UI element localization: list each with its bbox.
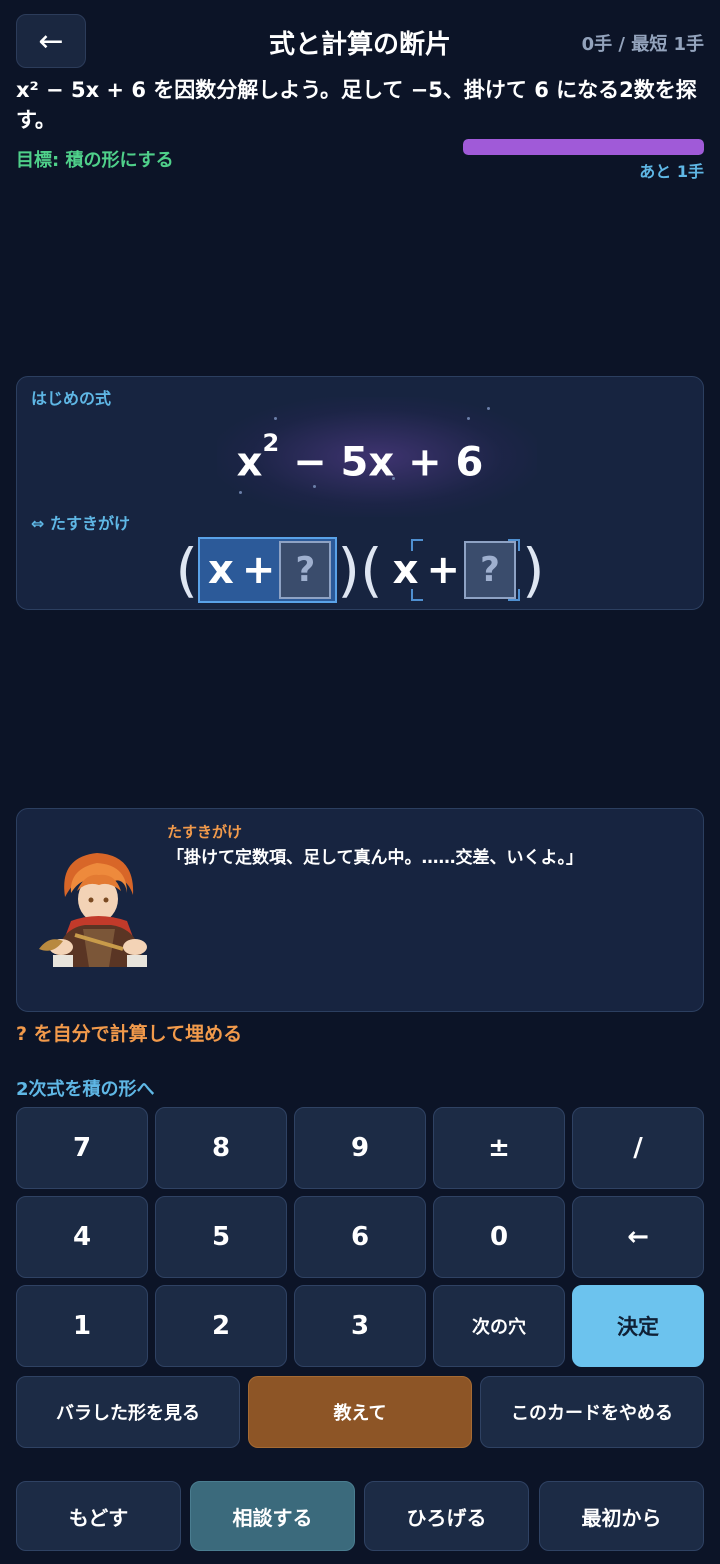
keypad-title: 2次式を積の形へ [16,1079,155,1100]
character-dialog: たすきがけ 「掛けて定数項、足して真ん中。……交差、いくよ。」 [16,808,704,1012]
start-rest: − 5x + 6 [279,439,484,486]
key-3[interactable]: 3 [294,1285,426,1367]
corner-mark [410,589,423,601]
key-5[interactable]: 5 [155,1196,287,1278]
key-slash[interactable]: / [572,1107,704,1189]
corner-mark [410,539,423,551]
right-paren: ) [337,536,360,604]
remaining-moves: あと 1手 [639,162,704,181]
next-slot-key[interactable]: 次の穴 [433,1285,565,1367]
confirm-button[interactable]: 決定 [572,1285,704,1367]
factor-2-x: x [392,547,419,593]
corner-mark [507,589,520,601]
key-8[interactable]: 8 [155,1107,287,1189]
start-exponent: 2 [262,429,280,457]
backspace-key[interactable]: ← [572,1196,704,1278]
key-0[interactable]: 0 [433,1196,565,1278]
goal-text: 目標: 積の形にする [16,150,174,171]
start-expression-label: はじめの式 [31,389,112,408]
move-counter: 0手 / 最短 1手 [581,34,704,55]
progress-bar [463,139,704,155]
show-expanded-button[interactable]: バラした形を見る [16,1376,240,1448]
restart-button[interactable]: 最初から [539,1481,704,1551]
factor-1-op: + [241,547,276,593]
hint-text: ? を自分で計算して埋める [16,1023,243,1045]
sparkle-dot [467,417,470,420]
quit-card-button[interactable]: このカードをやめる [480,1376,704,1448]
start-base: x [236,439,263,486]
left-paren: ( [360,536,383,604]
method-label: ⇔ たすきがけ [31,514,130,533]
sparkle-dot [274,417,277,420]
speaker-name: たすきがけ [167,823,243,841]
sparkle-dot [487,407,490,410]
answer-slot-1[interactable]: ? [279,541,332,599]
progress-fill [463,139,704,155]
factored-expression: ( x + ? ) ( x + ? ) [17,535,703,605]
problem-statement: x² − 5x + 6 を因数分解しよう。足して −5、掛けて 6 になる2数を… [16,78,697,132]
left-paren: ( [175,536,199,604]
key-2[interactable]: 2 [155,1285,287,1367]
key-6[interactable]: 6 [294,1196,426,1278]
undo-button[interactable]: もどす [16,1481,181,1551]
key-4[interactable]: 4 [16,1196,148,1278]
start-expression: x2 − 5x + 6 [17,429,703,486]
dialog-line: 「掛けて定数項、足して真ん中。……交差、いくよ。」 [167,848,583,868]
key-1[interactable]: 1 [16,1285,148,1367]
factor-2-op: + [426,547,460,593]
character-avatar [39,853,147,967]
sparkle-dot [239,491,242,494]
expand-button[interactable]: ひろげる [364,1481,529,1551]
consult-button[interactable]: 相談する [190,1481,355,1551]
expression-panel: はじめの式 x2 − 5x + 6 ⇔ たすきがけ ( x + ? ) ( x … [16,376,704,610]
sparkle-dot [313,485,316,488]
factor-1-active[interactable]: x + ? [198,537,338,603]
key-9[interactable]: 9 [294,1107,426,1189]
key-plus-minus[interactable]: ± [433,1107,565,1189]
key-7[interactable]: 7 [16,1107,148,1189]
factor-2[interactable]: x + ? [383,537,522,603]
factor-1-x: x [208,547,234,593]
right-paren: ) [521,536,545,604]
corner-mark [507,539,520,551]
teach-button[interactable]: 教えて [248,1376,472,1448]
